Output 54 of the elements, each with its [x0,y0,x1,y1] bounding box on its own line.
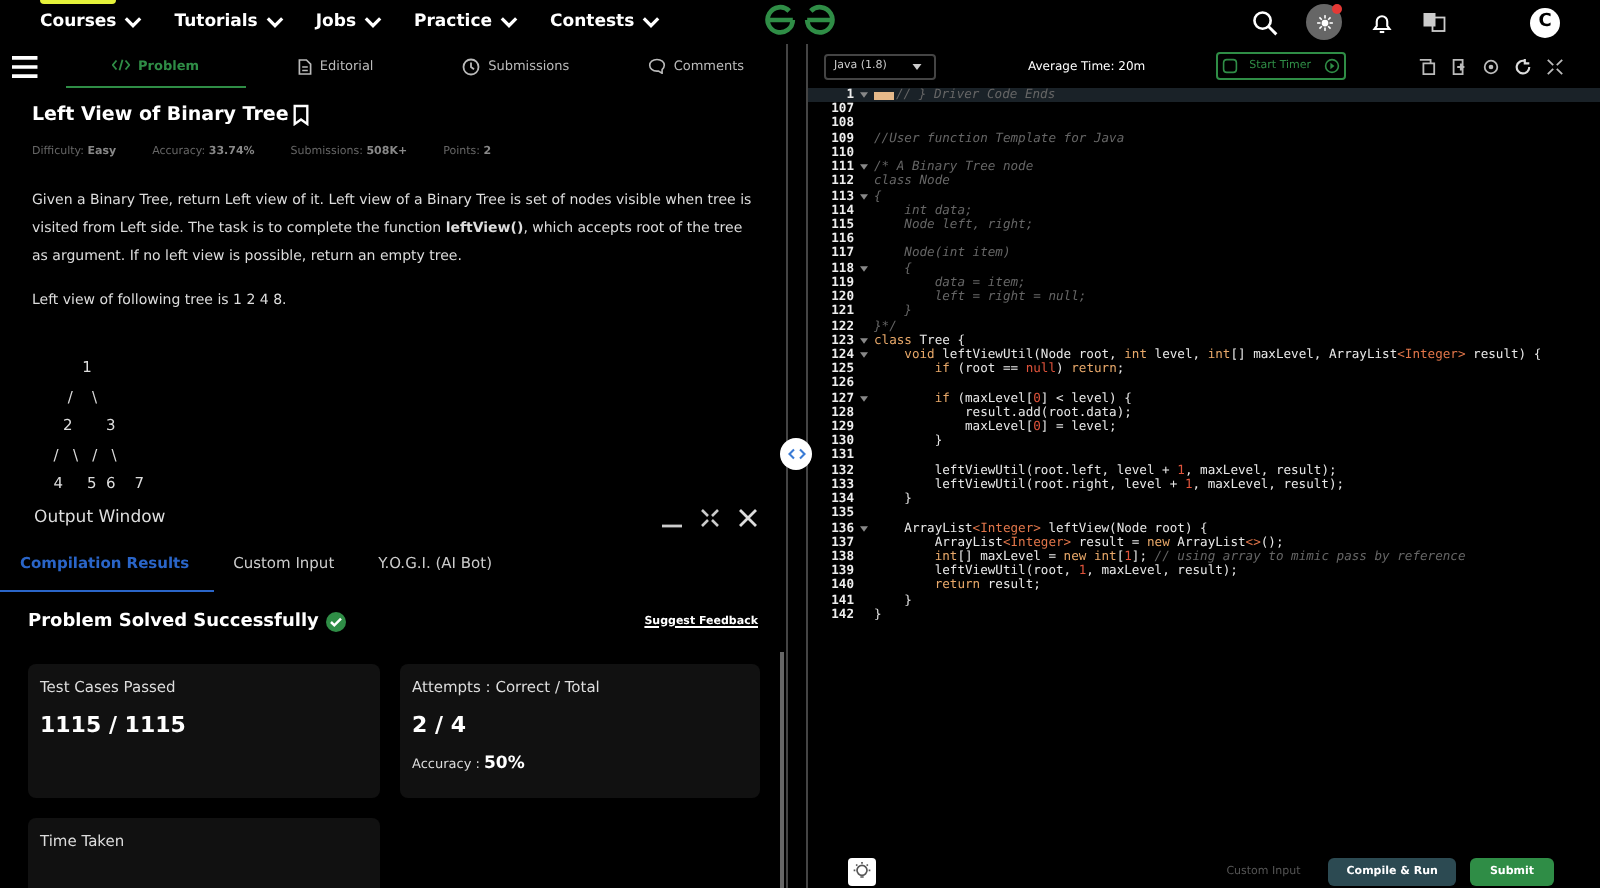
fold-arrow-icon[interactable] [860,265,868,272]
fold-arrow-icon[interactable] [860,337,868,344]
nav-menu[interactable]: Courses [40,12,143,32]
card-value: 2 / 4 [412,711,466,737]
chat-bubble-icon [647,58,666,74]
theme-toggle[interactable] [1306,4,1342,40]
clock-icon [462,57,481,75]
code-arrows-icon [787,448,805,460]
fold-arrow-icon[interactable] [860,525,868,532]
resize-handle[interactable] [780,438,812,470]
nav-menu[interactable]: Tutorials [174,12,284,32]
chevron-down-icon [124,16,143,28]
play-circle-icon [1323,58,1340,74]
dropdown-caret-icon [912,63,922,69]
bell-icon[interactable] [1370,9,1394,35]
menu-icon[interactable] [12,55,38,77]
card-value: 1115 / 1115 [40,711,186,737]
nav-menu[interactable]: Jobs [315,12,383,32]
chevron-down-icon [364,16,383,28]
file-add-icon[interactable] [1449,57,1468,75]
problem-title: Left View of Binary Tree [32,104,289,126]
user-avatar[interactable]: C [1530,7,1560,37]
check-circle-icon [326,611,347,631]
search-icon[interactable] [1252,9,1278,35]
close-icon[interactable] [738,507,758,527]
gear-icon [1315,13,1333,31]
bookmark-icon[interactable] [292,104,311,126]
expand-icon[interactable] [700,507,720,527]
fold-arrow-icon[interactable] [860,352,868,359]
lightbulb-icon [852,862,872,882]
reset-icon[interactable] [1513,57,1532,75]
stopwatch-icon [1221,58,1238,74]
nav-menu[interactable]: Practice [414,12,518,32]
fold-arrow-icon[interactable] [860,164,868,171]
code-icon [112,58,131,72]
document-icon [297,57,312,75]
settings-icon[interactable] [1481,57,1500,75]
output-window-title: Output Window [34,507,166,527]
chevron-down-icon [500,16,518,28]
folded-code-marker[interactable] [874,91,894,100]
fold-arrow-icon[interactable] [860,92,868,99]
copy-icon[interactable] [1417,57,1436,75]
nav-menu[interactable]: Contests [550,12,661,32]
hint-button[interactable] [848,858,876,886]
result-status: Problem Solved Successfully [28,611,319,631]
fold-arrow-icon[interactable] [860,395,868,402]
chevron-down-icon [642,16,661,28]
accuracy-value: 50% [484,753,525,773]
chevron-down-icon [265,16,284,28]
fullscreen-icon[interactable] [1545,57,1564,75]
translate-icon[interactable] [1422,10,1446,34]
scrollbar[interactable] [780,652,784,888]
fold-arrow-icon[interactable] [860,193,868,200]
logo-icon[interactable] [764,4,836,36]
